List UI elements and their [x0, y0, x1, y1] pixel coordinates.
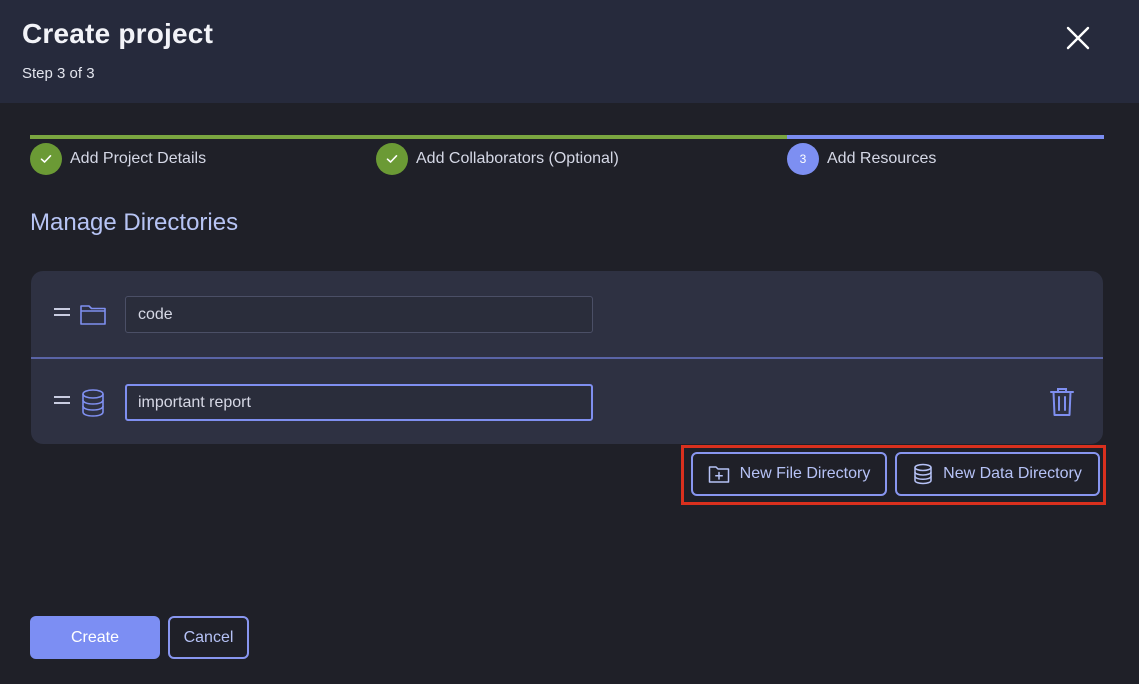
cancel-button[interactable]: Cancel [168, 616, 249, 659]
directory-name-input[interactable] [125, 384, 593, 421]
step-label: Add Collaborators (Optional) [416, 150, 619, 167]
step-label: Add Resources [827, 150, 937, 167]
folder-icon [79, 300, 107, 328]
database-icon [914, 463, 932, 485]
step-add-project-details: Add Project Details [30, 143, 206, 175]
folder-plus-icon [708, 466, 729, 483]
button-label: New File Directory [739, 465, 871, 482]
section-title: Manage Directories [30, 209, 239, 236]
progress-stepper: Add Project Details Add Collaborators (O… [30, 135, 1104, 175]
check-icon [30, 143, 62, 175]
step-label: Add Project Details [70, 150, 207, 167]
dialog-title: Create project [22, 18, 214, 49]
check-icon [376, 143, 408, 175]
stepper-progress-complete [30, 135, 787, 139]
drag-handle-icon[interactable] [54, 396, 70, 406]
directories-panel [31, 271, 1103, 444]
button-label: New Data Directory [943, 465, 1082, 482]
new-file-directory-button[interactable]: New File Directory [691, 452, 887, 496]
close-icon[interactable] [1062, 22, 1094, 54]
step-number: 3 [787, 143, 819, 175]
stepper-progress-current [787, 135, 1104, 139]
create-button[interactable]: Create [30, 616, 160, 659]
new-data-directory-button[interactable]: New Data Directory [895, 452, 1100, 496]
database-icon [79, 388, 107, 417]
step-add-resources: 3 Add Resources [787, 143, 936, 175]
step-add-collaborators: Add Collaborators (Optional) [376, 143, 619, 175]
trash-icon[interactable] [1047, 386, 1077, 418]
dialog-header: Create project Step 3 of 3 [0, 0, 1139, 103]
directory-row [31, 271, 1103, 357]
drag-handle-icon[interactable] [54, 308, 70, 318]
directory-row [31, 357, 1103, 444]
dialog-step-counter: Step 3 of 3 [22, 65, 95, 82]
directory-name-input[interactable] [125, 296, 593, 333]
